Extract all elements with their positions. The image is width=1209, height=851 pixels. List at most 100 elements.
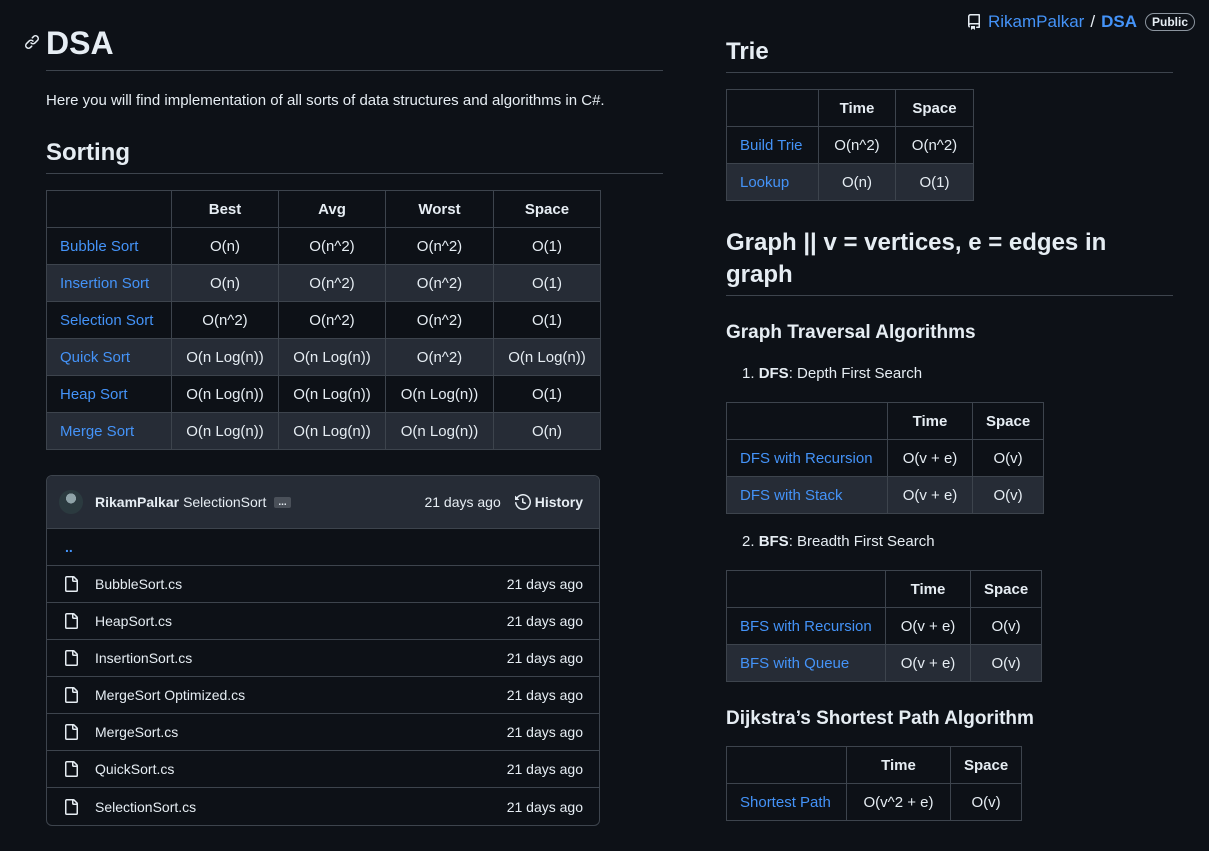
readme-title: DSA	[46, 22, 663, 71]
table-row: Selection Sort O(n^2) O(n^2) O(n^2) O(1)	[46, 301, 601, 339]
file-time: 21 days ago	[506, 650, 583, 666]
table-row: Quick Sort O(n Log(n)) O(n Log(n)) O(n^2…	[46, 338, 601, 376]
bfs-description: : Breadth First Search	[788, 533, 935, 550]
bfs-abbr: BFS	[758, 533, 789, 550]
file-row[interactable]: MergeSort Optimized.cs 21 days ago	[47, 677, 599, 714]
algorithm-link[interactable]: Bubble Sort	[60, 238, 138, 255]
file-row[interactable]: HeapSort.cs 21 days ago	[47, 603, 599, 640]
parent-directory-link[interactable]: ..	[47, 529, 599, 566]
dfs-abbr: DFS	[758, 365, 789, 382]
file-icon	[65, 576, 78, 592]
table-row: Build Trie O(n^2) O(n^2)	[726, 126, 974, 164]
dfs-table: Time Space DFS with Recursion O(v + e) O…	[726, 402, 1045, 514]
commit-expand-button[interactable]: ...	[274, 496, 291, 508]
time-cell: O(v + e)	[885, 644, 971, 682]
readme-left-column: DSA Here you will find implementation of…	[24, 22, 663, 826]
commit-message[interactable]: SelectionSort	[183, 494, 266, 510]
space-cell: O(n^2)	[895, 126, 974, 164]
history-label: History	[534, 494, 583, 510]
repo-owner-link[interactable]: RikamPalkar	[988, 12, 1084, 32]
avg-cell: O(n Log(n))	[278, 338, 386, 376]
file-name[interactable]: HeapSort.cs	[95, 613, 507, 629]
algorithm-link[interactable]: Shortest Path	[740, 794, 831, 811]
file-icon	[65, 687, 78, 703]
avg-cell: O(n^2)	[278, 301, 386, 339]
algorithm-link[interactable]: Insertion Sort	[60, 275, 149, 292]
list-number: 1.	[742, 365, 755, 382]
column-header: Space	[971, 402, 1045, 440]
avatar[interactable]	[59, 490, 83, 514]
column-header: Best	[171, 190, 279, 228]
column-header: Space	[969, 570, 1043, 608]
column-header: Time	[818, 89, 896, 127]
readme-right-column: Trie Time Space Build Trie O(n^2) O(n^2)…	[726, 36, 1173, 821]
column-header: Time	[846, 746, 951, 784]
file-row[interactable]: BubbleSort.cs 21 days ago	[47, 566, 599, 603]
column-header: Space	[949, 746, 1023, 784]
algorithm-link[interactable]: BFS with Queue	[740, 655, 849, 672]
space-cell: O(1)	[493, 301, 601, 339]
trie-heading: Trie	[726, 36, 1173, 73]
file-name[interactable]: MergeSort Optimized.cs	[95, 687, 507, 703]
algorithm-link[interactable]: Build Trie	[740, 137, 803, 154]
space-cell: O(1)	[493, 227, 601, 265]
file-row[interactable]: MergeSort.cs 21 days ago	[47, 714, 599, 751]
algorithm-link[interactable]: Merge Sort	[60, 423, 134, 440]
file-time: 21 days ago	[506, 576, 583, 592]
file-row[interactable]: InsertionSort.cs 21 days ago	[47, 640, 599, 677]
file-time: 21 days ago	[506, 724, 583, 740]
file-name[interactable]: SelectionSort.cs	[95, 799, 507, 815]
bfs-list-item: 2. BFS: Breadth First Search	[726, 532, 1173, 552]
column-header: Time	[887, 402, 973, 440]
algorithm-link[interactable]: Selection Sort	[60, 312, 153, 329]
file-icon	[65, 650, 78, 666]
link-anchor-icon[interactable]	[24, 34, 40, 50]
repo-separator: /	[1090, 12, 1096, 31]
time-cell: O(v + e)	[887, 476, 973, 514]
space-cell: O(1)	[493, 264, 601, 302]
algorithm-link[interactable]: DFS with Recursion	[740, 450, 873, 467]
file-time: 21 days ago	[506, 687, 583, 703]
table-row: Insertion Sort O(n) O(n^2) O(n^2) O(1)	[46, 264, 601, 302]
algorithm-link[interactable]: DFS with Stack	[740, 487, 843, 504]
best-cell: O(n)	[171, 264, 279, 302]
file-name[interactable]: InsertionSort.cs	[95, 650, 507, 666]
best-cell: O(n)	[171, 227, 279, 265]
latest-commit-bar: RikamPalkar SelectionSort ... 21 days ag…	[47, 476, 599, 529]
graph-heading: Graph || v = vertices, e = edges in grap…	[726, 227, 1173, 296]
column-header: Space	[493, 190, 601, 228]
space-cell: O(n)	[493, 412, 601, 450]
dijkstra-table: Time Space Shortest Path O(v^2 + e) O(v)	[726, 746, 1023, 821]
readme-description: Here you will find implementation of all…	[46, 92, 605, 109]
best-cell: O(n Log(n))	[171, 412, 279, 450]
file-row[interactable]: SelectionSort.cs 21 days ago	[47, 788, 599, 825]
algorithm-link[interactable]: BFS with Recursion	[740, 618, 872, 635]
algorithm-link[interactable]: Lookup	[740, 174, 789, 191]
file-name[interactable]: QuickSort.cs	[95, 761, 507, 777]
file-row[interactable]: QuickSort.cs 21 days ago	[47, 751, 599, 788]
worst-cell: O(n Log(n))	[385, 375, 494, 413]
file-time: 21 days ago	[506, 613, 583, 629]
space-cell: O(n Log(n))	[493, 338, 601, 376]
best-cell: O(n^2)	[171, 301, 279, 339]
sorting-heading: Sorting	[46, 137, 663, 174]
table-row: BFS with Recursion O(v + e) O(v)	[726, 607, 1043, 645]
repo-name-link[interactable]: DSA	[1101, 12, 1137, 32]
history-button[interactable]: History	[514, 494, 583, 510]
table-row: Shortest Path O(v^2 + e) O(v)	[726, 783, 1023, 821]
file-icon	[65, 724, 78, 740]
file-name[interactable]: MergeSort.cs	[95, 724, 507, 740]
table-row: BFS with Queue O(v + e) O(v)	[726, 644, 1043, 682]
worst-cell: O(n^2)	[385, 264, 494, 302]
column-header	[726, 570, 886, 608]
table-row: Lookup O(n) O(1)	[726, 163, 974, 201]
time-cell: O(n)	[818, 163, 896, 201]
algorithm-link[interactable]: Heap Sort	[60, 386, 128, 403]
algorithm-link[interactable]: Quick Sort	[60, 349, 130, 366]
commit-author[interactable]: RikamPalkar	[95, 494, 179, 510]
file-name[interactable]: BubbleSort.cs	[95, 576, 507, 592]
space-cell: O(1)	[895, 163, 974, 201]
worst-cell: O(n Log(n))	[385, 412, 494, 450]
space-cell: O(v)	[949, 783, 1023, 821]
file-icon	[65, 613, 78, 629]
